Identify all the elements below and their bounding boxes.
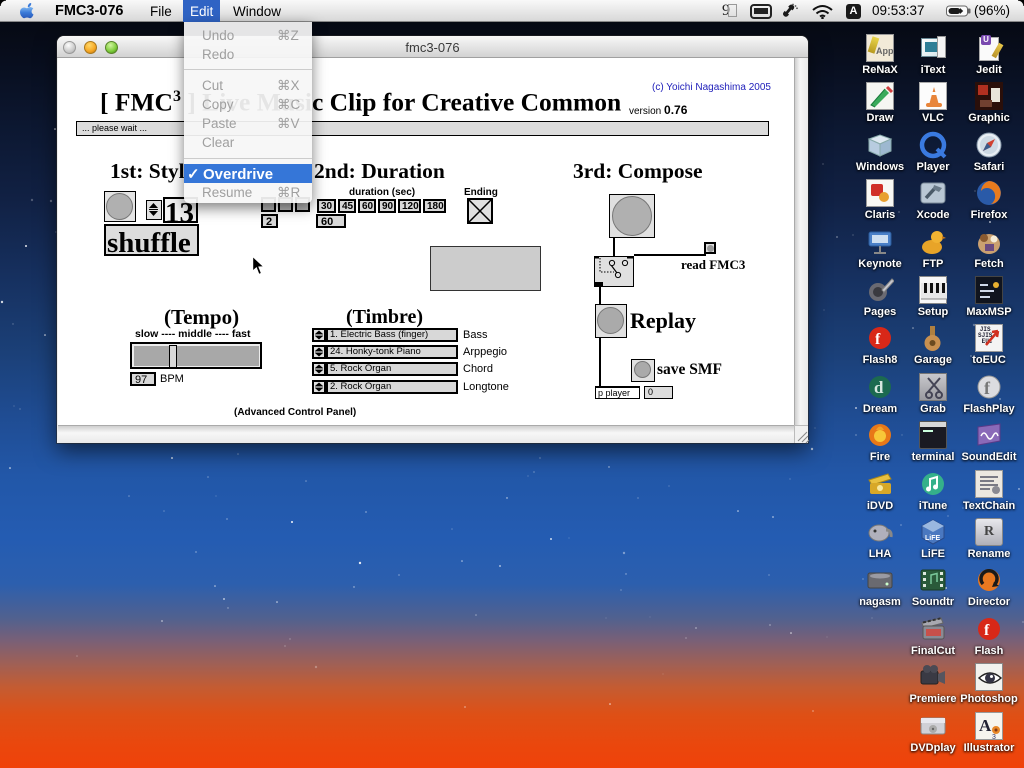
svg-text:f: f — [984, 622, 990, 639]
svg-text:f: f — [984, 378, 991, 398]
svg-text:f: f — [875, 331, 881, 348]
svg-text:LiFE: LiFE — [925, 535, 940, 542]
svg-text:3: 3 — [992, 734, 996, 741]
svg-text:d: d — [874, 378, 884, 397]
